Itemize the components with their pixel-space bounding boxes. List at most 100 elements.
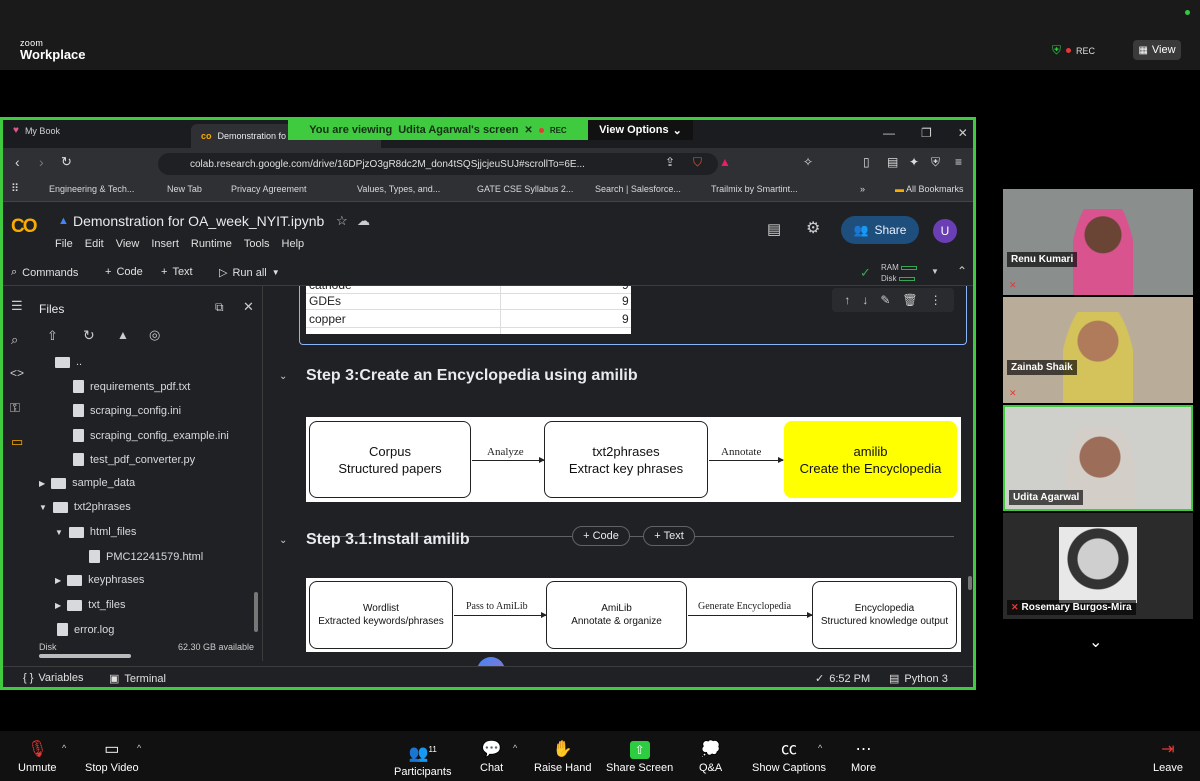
- open-in-tab-icon[interactable]: ⧉: [215, 300, 224, 315]
- resource-meter[interactable]: RAM Disk: [881, 262, 918, 284]
- chevron-down-icon[interactable]: ▼: [931, 267, 939, 276]
- qa-button[interactable]: 💭 Q&A: [699, 741, 722, 774]
- scrollbar[interactable]: [254, 592, 258, 632]
- participant-tile[interactable]: ✕ Rosemary Burgos-Mira: [1003, 513, 1193, 619]
- participant-tile[interactable]: Renu Kumari ✕: [1003, 189, 1193, 295]
- chevron-up-icon[interactable]: ⌃: [957, 264, 967, 278]
- avatar[interactable]: U: [933, 219, 957, 243]
- share-screen-button[interactable]: ⇧ Share Screen: [606, 741, 673, 774]
- tree-parent-folder[interactable]: ..: [55, 356, 82, 368]
- settings-gear-icon[interactable]: ⚙: [806, 218, 820, 238]
- extensions-icon[interactable]: ✧: [803, 155, 813, 169]
- close-icon[interactable]: ✕: [243, 299, 254, 315]
- wallet-icon[interactable]: ▤: [887, 155, 898, 169]
- tree-file[interactable]: test_pdf_converter.py: [73, 453, 195, 466]
- commands-button[interactable]: ⌕ Commands: [11, 266, 78, 279]
- tree-folder[interactable]: ▶ sample_data: [39, 477, 135, 489]
- view-options-button[interactable]: View Options ⌄: [588, 120, 693, 140]
- chat-button[interactable]: 💬 Chat: [480, 741, 503, 774]
- chevron-up-icon[interactable]: ^: [818, 743, 822, 753]
- comment-icon[interactable]: ▤: [767, 220, 781, 238]
- share-button[interactable]: 👥 Share: [841, 216, 919, 244]
- bookmark-item[interactable]: Search | Salesforce...: [595, 184, 681, 194]
- move-down-icon[interactable]: ↓: [862, 293, 868, 307]
- apps-icon[interactable]: ⠿: [11, 182, 19, 195]
- bookmark-item[interactable]: Trailmix by Smartint...: [711, 184, 798, 194]
- back-icon[interactable]: ‹: [15, 154, 20, 170]
- tree-folder[interactable]: ▼ txt2phrases: [39, 501, 131, 513]
- participants-button[interactable]: 👥11 Participants: [394, 741, 451, 778]
- hide-icon[interactable]: ◎: [149, 327, 160, 343]
- sidebar-icon[interactable]: ▯: [863, 155, 870, 169]
- menu-tools[interactable]: Tools: [244, 238, 270, 250]
- bookmark-item[interactable]: Engineering & Tech...: [49, 184, 134, 194]
- participant-tile[interactable]: Udita Agarwal: [1003, 405, 1193, 511]
- brave-rewards-icon[interactable]: ▲: [719, 155, 731, 169]
- menu-view[interactable]: View: [116, 238, 140, 250]
- show-captions-button[interactable]: ㏄ Show Captions: [752, 741, 826, 774]
- bookmark-item[interactable]: New Tab: [167, 184, 202, 194]
- collapse-section-icon[interactable]: ⌄: [279, 371, 287, 382]
- files-folder-icon[interactable]: ▭: [11, 434, 23, 450]
- menu-file[interactable]: File: [55, 238, 73, 250]
- delete-icon[interactable]: 🗑: [902, 293, 917, 307]
- upload-icon[interactable]: ⇧: [47, 328, 58, 344]
- forward-icon[interactable]: ›: [39, 154, 44, 170]
- reload-icon[interactable]: ↻: [61, 154, 72, 170]
- kernel-status[interactable]: ▤ Python 3: [889, 672, 948, 686]
- minimize-icon[interactable]: —: [883, 126, 895, 140]
- leo-icon[interactable]: ✦: [909, 155, 919, 169]
- more-vert-icon[interactable]: ⋮: [930, 293, 942, 307]
- variables-button[interactable]: { } Variables: [23, 672, 83, 684]
- more-button[interactable]: ⋯ More: [851, 741, 876, 774]
- close-icon[interactable]: ✕: [958, 126, 968, 140]
- stop-video-button[interactable]: ▭ Stop Video: [85, 741, 139, 774]
- star-icon[interactable]: ☆: [336, 213, 348, 229]
- chevron-up-icon[interactable]: ^: [137, 743, 141, 753]
- unmute-button[interactable]: 🎙 Unmute: [18, 741, 57, 774]
- move-up-icon[interactable]: ↑: [844, 293, 850, 307]
- tree-file[interactable]: PMC12241579.html: [89, 550, 203, 563]
- cloud-icon[interactable]: ☁: [357, 213, 370, 229]
- tree-file[interactable]: requirements_pdf.txt: [73, 380, 190, 393]
- notebook-title[interactable]: Demonstration for OA_week_NYIT.ipynb: [73, 213, 324, 229]
- chevron-up-icon[interactable]: ^: [513, 743, 517, 753]
- mount-drive-icon[interactable]: ▲: [117, 328, 129, 342]
- add-code-button[interactable]: + Code: [105, 266, 143, 278]
- leave-button[interactable]: ⇥ Leave: [1153, 741, 1183, 774]
- edit-pencil-icon[interactable]: ✎: [880, 293, 890, 307]
- run-all-button[interactable]: ▷ Run all ▼: [219, 266, 280, 280]
- share-page-icon[interactable]: ⇪: [665, 155, 675, 169]
- refresh-icon[interactable]: ↻: [83, 327, 95, 344]
- tree-file[interactable]: scraping_config_example.ini: [73, 429, 229, 442]
- code-snippets-icon[interactable]: <>: [10, 366, 24, 380]
- colab-logo[interactable]: CO: [11, 216, 37, 238]
- tree-folder[interactable]: ▶ txt_files: [55, 599, 125, 611]
- address-bar[interactable]: colab.research.google.com/drive/16DPjzO3…: [158, 153, 718, 175]
- bookmark-item[interactable]: Values, Types, and...: [357, 184, 440, 194]
- tab-my-book[interactable]: ♥ My Book: [13, 125, 60, 136]
- brave-shield-icon[interactable]: ⛉: [693, 155, 702, 170]
- secrets-key-icon[interactable]: ⚿: [10, 400, 20, 416]
- raise-hand-button[interactable]: ✋ Raise Hand: [534, 741, 591, 774]
- add-text-button[interactable]: + Text: [161, 266, 193, 278]
- collapse-section-icon[interactable]: ⌄: [279, 535, 287, 546]
- all-bookmarks[interactable]: ▬ All Bookmarks: [895, 184, 964, 194]
- chevron-down-icon[interactable]: ⌄: [1089, 632, 1102, 652]
- vpn-icon[interactable]: ⛨: [931, 155, 940, 170]
- view-button[interactable]: ▦ View: [1133, 40, 1181, 60]
- add-code-cell-button[interactable]: + Code: [572, 526, 630, 546]
- restore-icon[interactable]: ❐: [921, 126, 932, 140]
- more-bookmarks-icon[interactable]: »: [860, 184, 865, 194]
- tree-file[interactable]: scraping_config.ini: [73, 404, 181, 417]
- menu-help[interactable]: Help: [282, 238, 305, 250]
- menu-edit[interactable]: Edit: [85, 238, 104, 250]
- find-icon[interactable]: ⌕: [11, 332, 18, 348]
- terminal-button[interactable]: ▣ Terminal: [109, 672, 166, 686]
- menu-runtime[interactable]: Runtime: [191, 238, 232, 250]
- bookmark-item[interactable]: GATE CSE Syllabus 2...: [477, 184, 573, 194]
- notebook-scrollbar[interactable]: [968, 576, 972, 590]
- last-run[interactable]: ✓ 6:52 PM: [815, 672, 870, 686]
- output-cell[interactable]: cathode 9 GDEs 9 copper 9 ↑ ↓ ✎ 🗑 ⋮: [299, 278, 967, 345]
- chevron-up-icon[interactable]: ^: [62, 743, 66, 753]
